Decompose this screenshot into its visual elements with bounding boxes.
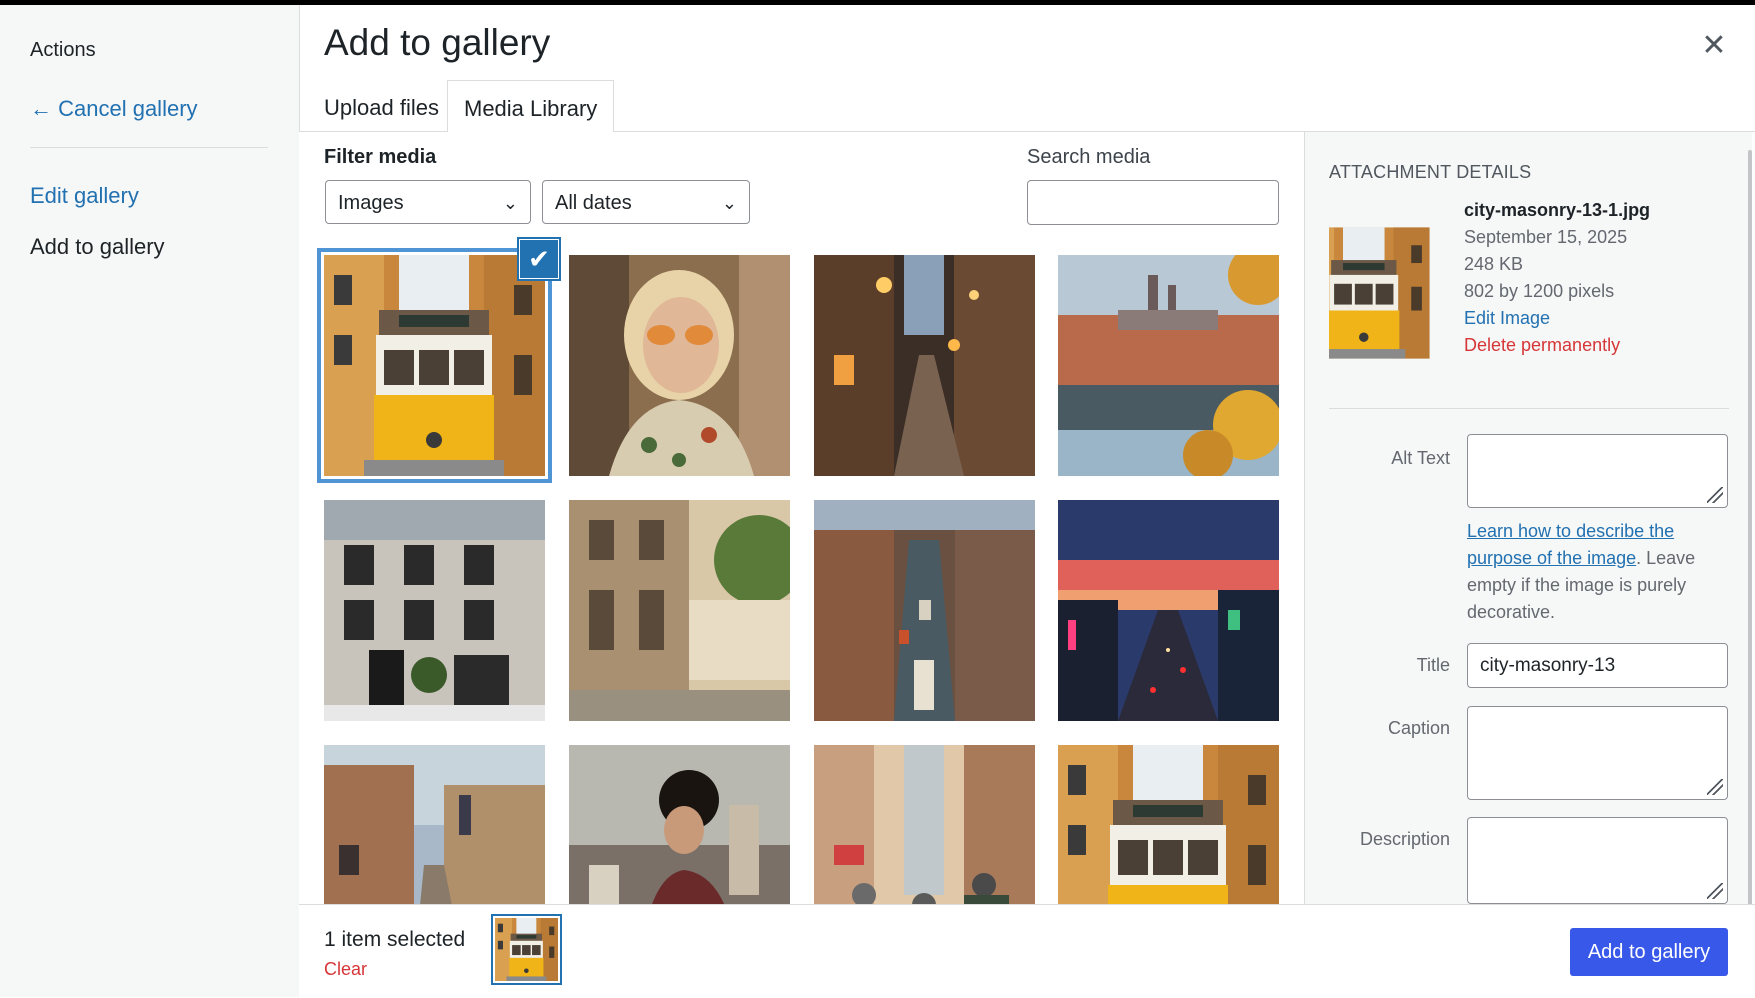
caption-label: Caption <box>1387 718 1450 738</box>
file-size: 248 KB <box>1464 254 1524 274</box>
search-media-label: Search media <box>1027 146 1151 168</box>
details-thumbnail-image <box>1329 203 1448 383</box>
thumbnail-image <box>1058 745 1279 904</box>
alt-text-label: Alt Text <box>1391 448 1450 468</box>
details-thumbnail <box>1329 203 1448 383</box>
title-field[interactable]: city-masonry-13 <box>1467 643 1728 688</box>
selection-count: 1 item selected <box>324 928 466 951</box>
resize-handle-icon[interactable] <box>1707 883 1723 899</box>
thumbnail-image <box>324 745 545 904</box>
attachment-thumbnail[interactable] <box>814 745 1035 904</box>
dimensions: 802 by 1200 pixels <box>1464 281 1615 301</box>
edit-gallery-menu-item[interactable]: Edit gallery <box>30 183 139 209</box>
chevron-down-icon: ⌄ <box>502 193 518 213</box>
description-field[interactable] <box>1467 817 1728 904</box>
thumbnail-image <box>324 500 545 721</box>
media-type-value: Images <box>338 192 404 214</box>
thumbnail-image <box>569 255 790 476</box>
thumbnail-image <box>814 745 1035 904</box>
thumbnail-image <box>569 745 790 904</box>
chevron-down-icon: ⌄ <box>721 193 737 213</box>
details-separator <box>1329 408 1729 409</box>
attachment-thumbnail[interactable] <box>814 255 1035 476</box>
resize-handle-icon[interactable] <box>1707 487 1723 503</box>
attachment-thumbnail[interactable] <box>1058 745 1279 904</box>
modal-title: Add to gallery <box>324 22 551 63</box>
filename: city-masonry-13-1.jpg <box>1464 200 1651 220</box>
upload-date: September 15, 2025 <box>1464 227 1628 247</box>
attachment-thumbnail[interactable] <box>324 500 545 721</box>
attachment-thumbnail[interactable] <box>569 745 790 904</box>
check-icon[interactable]: ✔ <box>520 240 558 278</box>
router-tabs: Upload files Media Library <box>299 80 1755 133</box>
thumbnail-image <box>814 500 1035 721</box>
thumbnail-image <box>814 255 1035 476</box>
date-filter-select[interactable]: All dates ⌄ <box>542 180 750 224</box>
caption-field[interactable] <box>1467 706 1728 800</box>
title-label: Title <box>1416 655 1450 675</box>
attachment-details-heading: Attachment Details <box>1329 162 1532 182</box>
search-media-input[interactable] <box>1027 180 1279 225</box>
media-frame-menu: Actions ← Cancel gallery Edit gallery Ad… <box>0 5 300 997</box>
tab-media-library[interactable]: Media Library <box>447 80 615 133</box>
add-to-gallery-menu-item[interactable]: Add to gallery <box>30 234 165 260</box>
filter-media-label: Filter media <box>324 146 437 168</box>
attachment-thumbnail[interactable] <box>1058 500 1279 721</box>
description-label: Description <box>1359 829 1450 849</box>
attachment-thumbnail[interactable] <box>324 255 545 476</box>
alt-text-field[interactable] <box>1467 434 1728 508</box>
attachment-thumbnail[interactable] <box>324 745 545 904</box>
attachment-thumbnail[interactable] <box>814 500 1035 721</box>
add-to-gallery-button[interactable]: Add to gallery <box>1570 928 1728 976</box>
thumbnail-image <box>1058 255 1279 476</box>
media-type-select[interactable]: Images ⌄ <box>325 180 531 224</box>
menu-separator <box>30 147 268 148</box>
date-filter-value: All dates <box>555 192 632 214</box>
thumbnail-image <box>1058 500 1279 721</box>
details-scrollbar[interactable] <box>1748 150 1752 910</box>
alt-text-help: Learn how to describe the purpose of the… <box>1467 518 1737 626</box>
thumbnail-image <box>569 500 790 721</box>
delete-permanently-link[interactable]: Delete permanently <box>1464 335 1620 356</box>
attachment-thumbnail[interactable] <box>1058 255 1279 476</box>
edit-image-link[interactable]: Edit Image <box>1464 308 1550 329</box>
attachment-thumbnail[interactable] <box>569 500 790 721</box>
selection-thumbnail-image <box>495 918 558 981</box>
tab-upload-files[interactable]: Upload files <box>324 80 439 131</box>
selection-thumbnail[interactable] <box>495 918 558 981</box>
resize-handle-icon[interactable] <box>1707 779 1723 795</box>
title-value: city-masonry-13 <box>1480 655 1616 676</box>
actions-heading: Actions <box>30 39 96 61</box>
cancel-gallery-link[interactable]: ← Cancel gallery <box>30 96 198 122</box>
thumbnail-image <box>324 255 545 476</box>
clear-selection-link[interactable]: Clear <box>324 959 367 980</box>
close-icon[interactable]: ✕ <box>1694 26 1734 66</box>
attachment-thumbnail[interactable] <box>569 255 790 476</box>
